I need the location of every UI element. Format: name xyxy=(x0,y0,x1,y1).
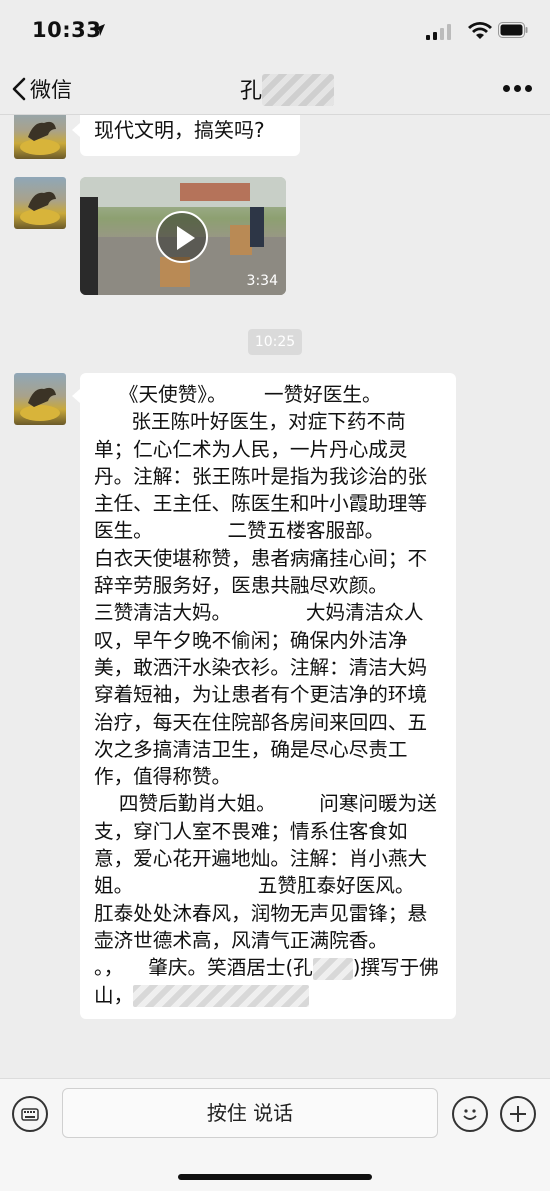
avatar[interactable] xyxy=(14,177,66,229)
wifi-icon xyxy=(468,22,492,44)
message-timestamp: 10:25 xyxy=(248,329,302,355)
home-indicator[interactable] xyxy=(178,1174,372,1180)
plus-icon[interactable] xyxy=(500,1096,536,1132)
status-bar: 10:33 xyxy=(0,0,550,64)
chat-title: 孔 xyxy=(240,79,263,104)
chat-messages[interactable]: 现代文明，搞笑吗? 3:34 10:25 《天使赞》。 一赞好医生。 张王陈叶好… xyxy=(0,115,550,1077)
keyboard-icon[interactable] xyxy=(12,1096,48,1132)
video-message[interactable]: 3:34 xyxy=(80,177,286,295)
status-time: 10:33 xyxy=(32,18,102,42)
name-redaction xyxy=(312,957,353,980)
message-text: 《天使赞》。 一赞好医生。 张王陈叶好医生，对症下药不苘单；仁心仁术为人民，一片… xyxy=(94,383,437,980)
location-arrow-icon xyxy=(92,22,106,41)
back-label: 微信 xyxy=(30,78,72,102)
back-button[interactable]: 微信 xyxy=(12,72,72,106)
message-bubble[interactable]: 现代文明，搞笑吗? xyxy=(72,115,300,156)
message-bubble[interactable]: 《天使赞》。 一赞好医生。 张王陈叶好医生，对症下药不苘单；仁心仁术为人民，一片… xyxy=(72,373,456,1019)
text-redaction xyxy=(133,985,310,1008)
name-redaction xyxy=(262,74,334,106)
back-chevron-icon xyxy=(12,77,26,101)
avatar[interactable] xyxy=(14,373,66,425)
signal-icon xyxy=(426,24,452,44)
battery-icon xyxy=(498,22,528,42)
video-duration: 3:34 xyxy=(246,273,278,289)
nav-bar: 微信 孔 xyxy=(0,64,550,115)
play-icon[interactable] xyxy=(156,211,208,263)
hold-to-talk-button[interactable]: 按住 说话 xyxy=(62,1088,438,1138)
more-icon[interactable] xyxy=(503,78,532,98)
emoji-icon[interactable] xyxy=(452,1096,488,1132)
avatar[interactable] xyxy=(14,115,66,159)
